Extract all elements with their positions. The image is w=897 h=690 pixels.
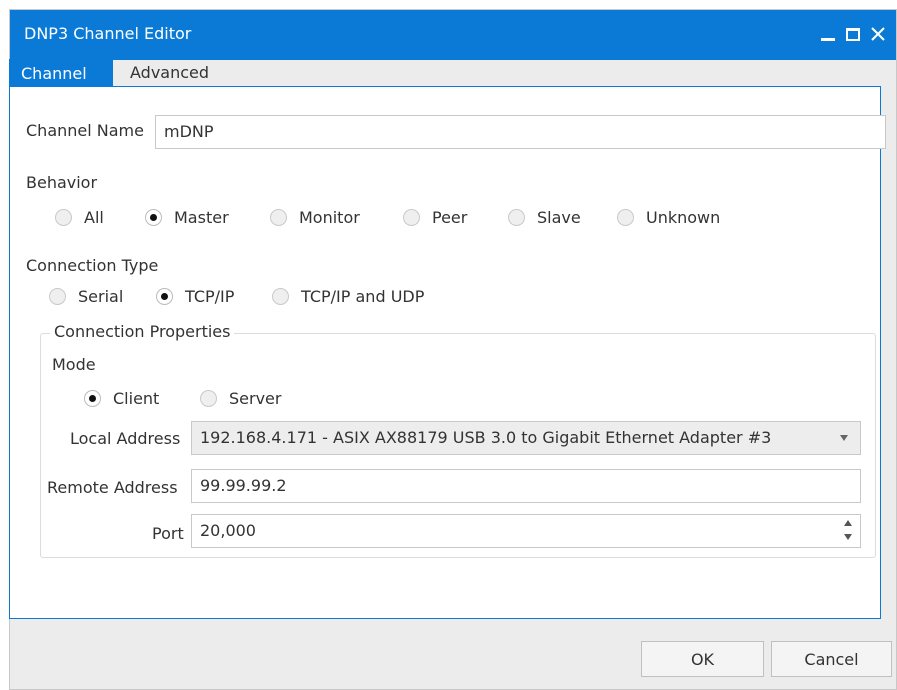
local-address-label: Local Address — [70, 429, 181, 448]
radio-label: Master — [174, 207, 229, 227]
radio-circle — [156, 287, 173, 305]
radio-circle — [272, 287, 289, 305]
channel-name-input[interactable]: mDNP — [155, 115, 886, 149]
radio-circle — [200, 389, 217, 407]
mode-radio-client[interactable]: Client — [84, 386, 159, 410]
port-label: Port — [152, 524, 184, 543]
radio-label: Client — [113, 388, 160, 408]
radio-label: All — [84, 207, 104, 227]
port-stepper[interactable]: 20,000 — [191, 514, 861, 548]
local-address-value: 192.168.4.171 - ASIX AX88179 USB 3.0 to … — [200, 428, 772, 447]
radio-label: Unknown — [646, 207, 721, 227]
ok-button[interactable]: OK — [641, 641, 764, 677]
tab-advanced[interactable]: Advanced — [119, 59, 220, 87]
spin-arrows-icon — [842, 518, 854, 544]
radio-circle — [508, 208, 525, 226]
radio-circle — [49, 287, 66, 305]
radio-label: Server — [229, 388, 282, 408]
radio-circle — [145, 208, 162, 226]
close-icon — [871, 27, 885, 41]
tab-channel[interactable]: Channel — [9, 59, 113, 87]
connection-type-radio-tcpip[interactable]: TCP/IP — [156, 284, 234, 308]
behavior-radio-master[interactable]: Master — [145, 205, 229, 229]
mode-radio-server[interactable]: Server — [200, 386, 281, 410]
title-bar: DNP3 Channel Editor — [10, 10, 896, 60]
port-value: 20,000 — [200, 521, 256, 540]
radio-label: TCP/IP — [185, 286, 235, 306]
connection-type-radio-serial[interactable]: Serial — [49, 284, 123, 308]
channel-name-label: Channel Name — [26, 121, 144, 140]
behavior-radio-unknown[interactable]: Unknown — [617, 205, 720, 229]
minimize-icon — [821, 37, 835, 41]
spin-down-icon[interactable] — [844, 534, 852, 540]
radio-label: Peer — [432, 207, 468, 227]
behavior-radio-slave[interactable]: Slave — [508, 205, 581, 229]
radio-label: Slave — [537, 207, 581, 227]
radio-label: Serial — [78, 286, 124, 306]
remote-address-label: Remote Address — [47, 478, 178, 497]
maximize-icon — [846, 27, 860, 41]
radio-label: TCP/IP and UDP — [301, 286, 425, 306]
behavior-radio-monitor[interactable]: Monitor — [270, 205, 360, 229]
remote-address-input[interactable]: 99.99.99.2 — [191, 469, 861, 503]
mode-label: Mode — [52, 355, 96, 374]
connection-type-radio-tcpip-udp[interactable]: TCP/IP and UDP — [272, 284, 424, 308]
spin-up-icon[interactable] — [844, 520, 852, 526]
behavior-radio-peer[interactable]: Peer — [403, 205, 467, 229]
local-address-select[interactable]: 192.168.4.171 - ASIX AX88179 USB 3.0 to … — [191, 421, 861, 455]
radio-circle — [55, 208, 72, 226]
window-title: DNP3 Channel Editor — [24, 24, 192, 43]
cancel-button[interactable]: Cancel — [771, 641, 892, 677]
chevron-down-icon — [840, 435, 848, 441]
connection-type-label: Connection Type — [26, 256, 159, 275]
radio-label: Monitor — [299, 207, 360, 227]
close-button[interactable] — [867, 22, 889, 46]
radio-circle — [270, 208, 287, 226]
maximize-button[interactable] — [842, 22, 864, 46]
minimize-button[interactable] — [817, 22, 839, 46]
connection-properties-legend: Connection Properties — [50, 322, 235, 341]
radio-circle — [617, 208, 634, 226]
behavior-radio-all[interactable]: All — [55, 205, 104, 229]
radio-circle — [403, 208, 420, 226]
behavior-label: Behavior — [26, 173, 98, 192]
radio-circle — [84, 389, 101, 407]
